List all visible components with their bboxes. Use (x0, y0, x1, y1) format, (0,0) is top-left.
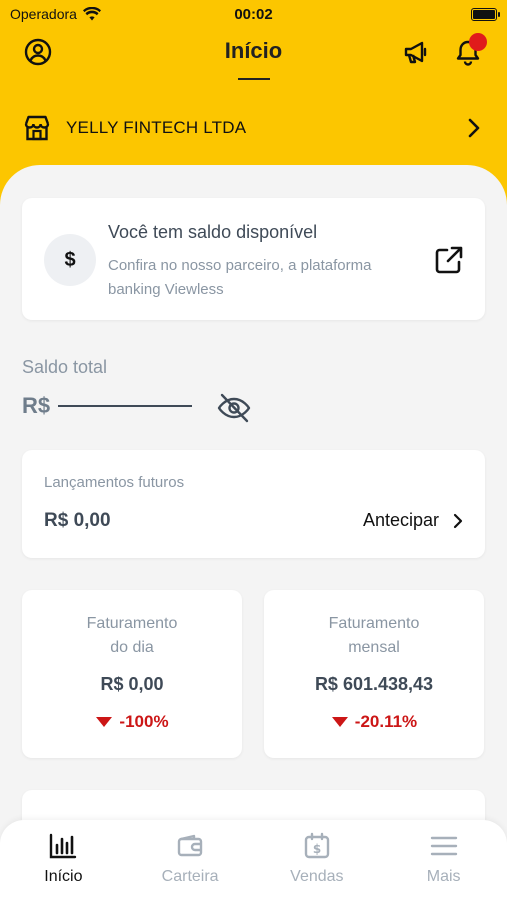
tab-label: Carteira (161, 868, 219, 885)
tab-label: Vendas (290, 868, 344, 885)
available-balance-title: Você tem saldo disponível (108, 222, 318, 242)
daily-revenue-card[interactable]: Faturamento do dia R$ 0,00 -100% (22, 590, 242, 758)
monthly-revenue-label: Faturamento mensal (264, 612, 484, 660)
tab-carteira[interactable]: Carteira (127, 820, 254, 900)
status-bar: Operadora 00:02 (0, 0, 507, 28)
wifi-icon (82, 7, 101, 21)
monthly-revenue-label-line1: Faturamento (328, 615, 420, 632)
calendar-dollar-icon: $ (304, 832, 330, 859)
eye-off-icon[interactable] (216, 390, 252, 426)
wallet-icon (177, 834, 203, 857)
company-name: YELLY FINTECH LTDA (66, 118, 247, 137)
tab-label: Mais (426, 868, 461, 885)
tab-mais[interactable]: Mais (380, 820, 507, 900)
megaphone-icon (404, 41, 427, 64)
triangle-down-icon (331, 717, 348, 727)
daily-revenue-change-value: -100% (119, 712, 169, 731)
external-link-icon[interactable] (431, 242, 467, 278)
bar-chart-icon (50, 833, 77, 859)
chevron-right-icon (453, 513, 463, 528)
monthly-revenue-label-line2: mensal (348, 639, 400, 656)
anticipate-label: Antecipar (362, 510, 439, 530)
announcements-button[interactable] (400, 36, 432, 68)
monthly-revenue-change: -20.11% (264, 712, 484, 732)
chevron-right-icon (468, 118, 480, 138)
daily-revenue-label: Faturamento do dia (22, 612, 242, 660)
store-icon (24, 115, 50, 141)
monthly-revenue-card[interactable]: Faturamento mensal R$ 601.438,43 -20.11% (264, 590, 484, 758)
notifications-button[interactable] (452, 33, 487, 68)
tab-label: Início (44, 868, 83, 885)
title-underline (238, 78, 270, 80)
monthly-revenue-change-value: -20.11% (354, 712, 418, 731)
anticipate-button[interactable]: Antecipar (363, 510, 463, 531)
total-balance-label: Saldo total (22, 357, 108, 377)
triangle-down-icon (96, 717, 113, 727)
daily-revenue-label-line1: Faturamento (86, 615, 178, 632)
available-balance-subtitle: Confira no nosso parceiro, a plataforma … (108, 257, 372, 298)
bottom-tab-bar: Início Carteira $ Vendas Mais (0, 820, 507, 900)
currency-symbol: R$ (22, 393, 51, 418)
notification-badge (469, 33, 487, 51)
daily-revenue-label-line2: do dia (110, 639, 154, 656)
total-balance-value: R$ (22, 393, 193, 419)
tab-vendas[interactable]: $ Vendas (254, 820, 381, 900)
svg-text:$: $ (313, 842, 321, 856)
menu-icon (430, 836, 457, 856)
daily-revenue-change: -100% (22, 712, 242, 732)
dollar-icon: $ (44, 234, 96, 286)
app-header: Início (0, 30, 507, 90)
future-entries-value: R$ 0,00 (44, 510, 111, 531)
monthly-revenue-value: R$ 601.438,43 (314, 674, 434, 694)
company-selector[interactable]: YELLY FINTECH LTDA (22, 108, 481, 148)
available-balance-card[interactable]: $ Você tem saldo disponível Confira no n… (22, 198, 485, 320)
future-entries-card: Lançamentos futuros R$ 0,00 Antecipar (22, 450, 485, 558)
hidden-balance-mask (58, 405, 193, 407)
carrier-label: Operadora (10, 6, 77, 22)
tab-inicio[interactable]: Início (0, 820, 127, 900)
future-entries-label: Lançamentos futuros (44, 474, 185, 491)
battery-icon (471, 7, 500, 21)
daily-revenue-value: R$ 0,00 (100, 674, 164, 694)
